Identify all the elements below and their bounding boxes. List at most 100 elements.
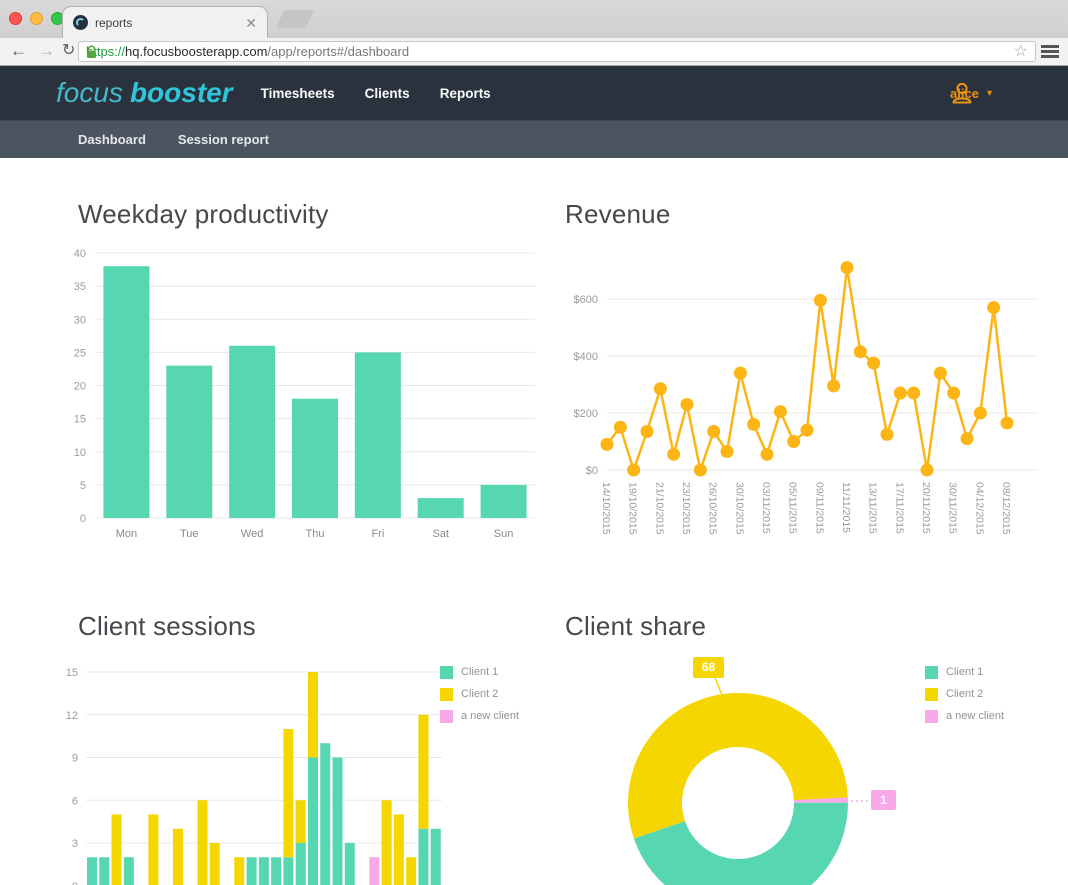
svg-text:05/11/2015: 05/11/2015: [787, 482, 799, 534]
svg-text:6: 6: [72, 795, 78, 807]
browser-toolbar: ← → ↻ https://hq.focusboosterapp.com/app…: [0, 38, 1068, 66]
svg-text:09/11/2015: 09/11/2015: [813, 482, 825, 534]
revenue-chart: $0$200$400$60014/10/201519/10/201521/10/…: [560, 238, 1068, 583]
tab-close-icon[interactable]: ✕: [245, 16, 257, 30]
legend-label: Client 1: [461, 666, 498, 678]
client-share-title: Client share: [565, 611, 706, 642]
svg-text:26/10/2015: 26/10/2015: [707, 482, 719, 535]
client-share-chart: [615, 640, 915, 870]
legend-swatch-icon: [925, 666, 938, 679]
legend-label: Client 2: [461, 688, 498, 700]
legend-swatch-icon: [440, 710, 453, 723]
legend-label: Client 1: [946, 666, 983, 678]
weekday-productivity-chart: 0510152025303540MonTueWedThuFriSatSun: [60, 243, 540, 548]
chevron-down-icon: ▾: [987, 88, 992, 99]
weekday-productivity-title: Weekday productivity: [78, 199, 329, 230]
reload-icon[interactable]: ↻: [62, 40, 75, 62]
svg-text:12: 12: [66, 710, 78, 722]
svg-text:5: 5: [80, 480, 86, 492]
nav-item-timesheets[interactable]: Timesheets: [261, 86, 335, 101]
svg-text:20/11/2015: 20/11/2015: [920, 482, 932, 534]
svg-text:21/10/2015: 21/10/2015: [653, 482, 665, 535]
svg-text:Wed: Wed: [241, 528, 263, 540]
svg-text:13/11/2015: 13/11/2015: [867, 482, 879, 534]
url-text: https://hq.focusboosterapp.com/app/repor…: [86, 44, 409, 59]
tab-title: reports: [95, 16, 132, 30]
user-menu[interactable]: alice ▾: [950, 86, 992, 101]
donut-tooltip-1: 1: [871, 790, 896, 810]
svg-text:Tue: Tue: [180, 528, 199, 540]
nav-item-reports[interactable]: Reports: [440, 86, 491, 101]
legend-item: Client 2: [925, 683, 1004, 705]
window-close-button[interactable]: [9, 12, 22, 25]
client-share-legend: Client 1 Client 2 a new client: [925, 661, 1004, 727]
subnav-item-dashboard[interactable]: Dashboard: [78, 132, 146, 147]
legend-item: a new client: [925, 705, 1004, 727]
legend-swatch-icon: [440, 666, 453, 679]
svg-text:Sun: Sun: [494, 528, 514, 540]
back-icon[interactable]: ←: [10, 40, 27, 62]
logo-booster: booster: [130, 77, 233, 108]
svg-text:$0: $0: [586, 465, 598, 477]
url-separator: ://: [114, 44, 125, 59]
sub-nav: Dashboard Session report: [0, 120, 1068, 158]
focus-booster-logo[interactable]: focusbooster: [56, 77, 233, 109]
client-sessions-title: Client sessions: [78, 611, 256, 642]
svg-text:23/10/2015: 23/10/2015: [680, 482, 692, 535]
window-controls: [9, 12, 64, 25]
browser-menu-icon[interactable]: [1041, 45, 1059, 48]
svg-text:30/11/2015: 30/11/2015: [947, 482, 959, 534]
svg-text:19/10/2015: 19/10/2015: [627, 482, 639, 535]
legend-label: a new client: [946, 710, 1004, 722]
legend-swatch-icon: [925, 688, 938, 701]
window-minimize-button[interactable]: [30, 12, 43, 25]
bookmark-star-icon[interactable]: ☆: [1014, 44, 1028, 60]
url-host: hq.focusboosterapp.com: [125, 44, 267, 59]
svg-text:15: 15: [66, 667, 78, 679]
url-path: /app/reports#/dashboard: [267, 44, 409, 59]
svg-text:Fri: Fri: [371, 528, 384, 540]
legend-item: Client 1: [925, 661, 1004, 683]
svg-text:Sat: Sat: [432, 528, 449, 540]
logo-focus: focus: [56, 77, 123, 108]
nav-items: Timesheets Clients Reports: [261, 86, 491, 101]
svg-text:11/11/2015: 11/11/2015: [840, 482, 852, 533]
user-icon: [950, 81, 974, 105]
forward-icon[interactable]: →: [38, 40, 55, 62]
svg-text:Thu: Thu: [306, 528, 325, 540]
svg-text:9: 9: [72, 753, 78, 765]
donut-tooltip-68: 68: [693, 657, 724, 678]
tab-favicon-icon: [73, 15, 88, 30]
browser-tab-strip: reports ✕: [0, 0, 1068, 38]
svg-text:$600: $600: [574, 294, 598, 306]
nav-item-clients[interactable]: Clients: [365, 86, 410, 101]
browser-tab[interactable]: reports ✕: [62, 6, 268, 38]
client-sessions-legend: Client 1 Client 2 a new client: [440, 661, 519, 727]
client-sessions-chart: 0 3 6 9 12 15: [54, 653, 446, 885]
legend-swatch-icon: [925, 710, 938, 723]
svg-text:08/12/2015: 08/12/2015: [1000, 482, 1012, 535]
revenue-title: Revenue: [565, 199, 670, 230]
address-bar[interactable]: https://hq.focusboosterapp.com/app/repor…: [78, 41, 1036, 62]
svg-text:40: 40: [74, 248, 86, 260]
new-tab-button[interactable]: [276, 10, 315, 28]
svg-text:17/11/2015: 17/11/2015: [893, 482, 905, 534]
legend-item: a new client: [440, 705, 519, 727]
svg-text:35: 35: [74, 281, 86, 293]
svg-text:04/12/2015: 04/12/2015: [973, 482, 985, 535]
subnav-item-session-report[interactable]: Session report: [178, 132, 269, 147]
svg-text:$400: $400: [574, 351, 598, 363]
svg-text:Mon: Mon: [116, 528, 137, 540]
svg-text:15: 15: [74, 414, 86, 426]
legend-label: Client 2: [946, 688, 983, 700]
svg-text:10: 10: [74, 447, 86, 459]
svg-text:25: 25: [74, 347, 86, 359]
svg-text:03/11/2015: 03/11/2015: [760, 482, 772, 534]
main-nav: focusbooster Timesheets Clients Reports …: [0, 66, 1068, 120]
svg-text:$200: $200: [574, 408, 598, 420]
legend-item: Client 2: [440, 683, 519, 705]
legend-item: Client 1: [440, 661, 519, 683]
svg-text:20: 20: [74, 381, 86, 393]
svg-text:0: 0: [72, 881, 78, 885]
svg-text:3: 3: [72, 838, 78, 850]
